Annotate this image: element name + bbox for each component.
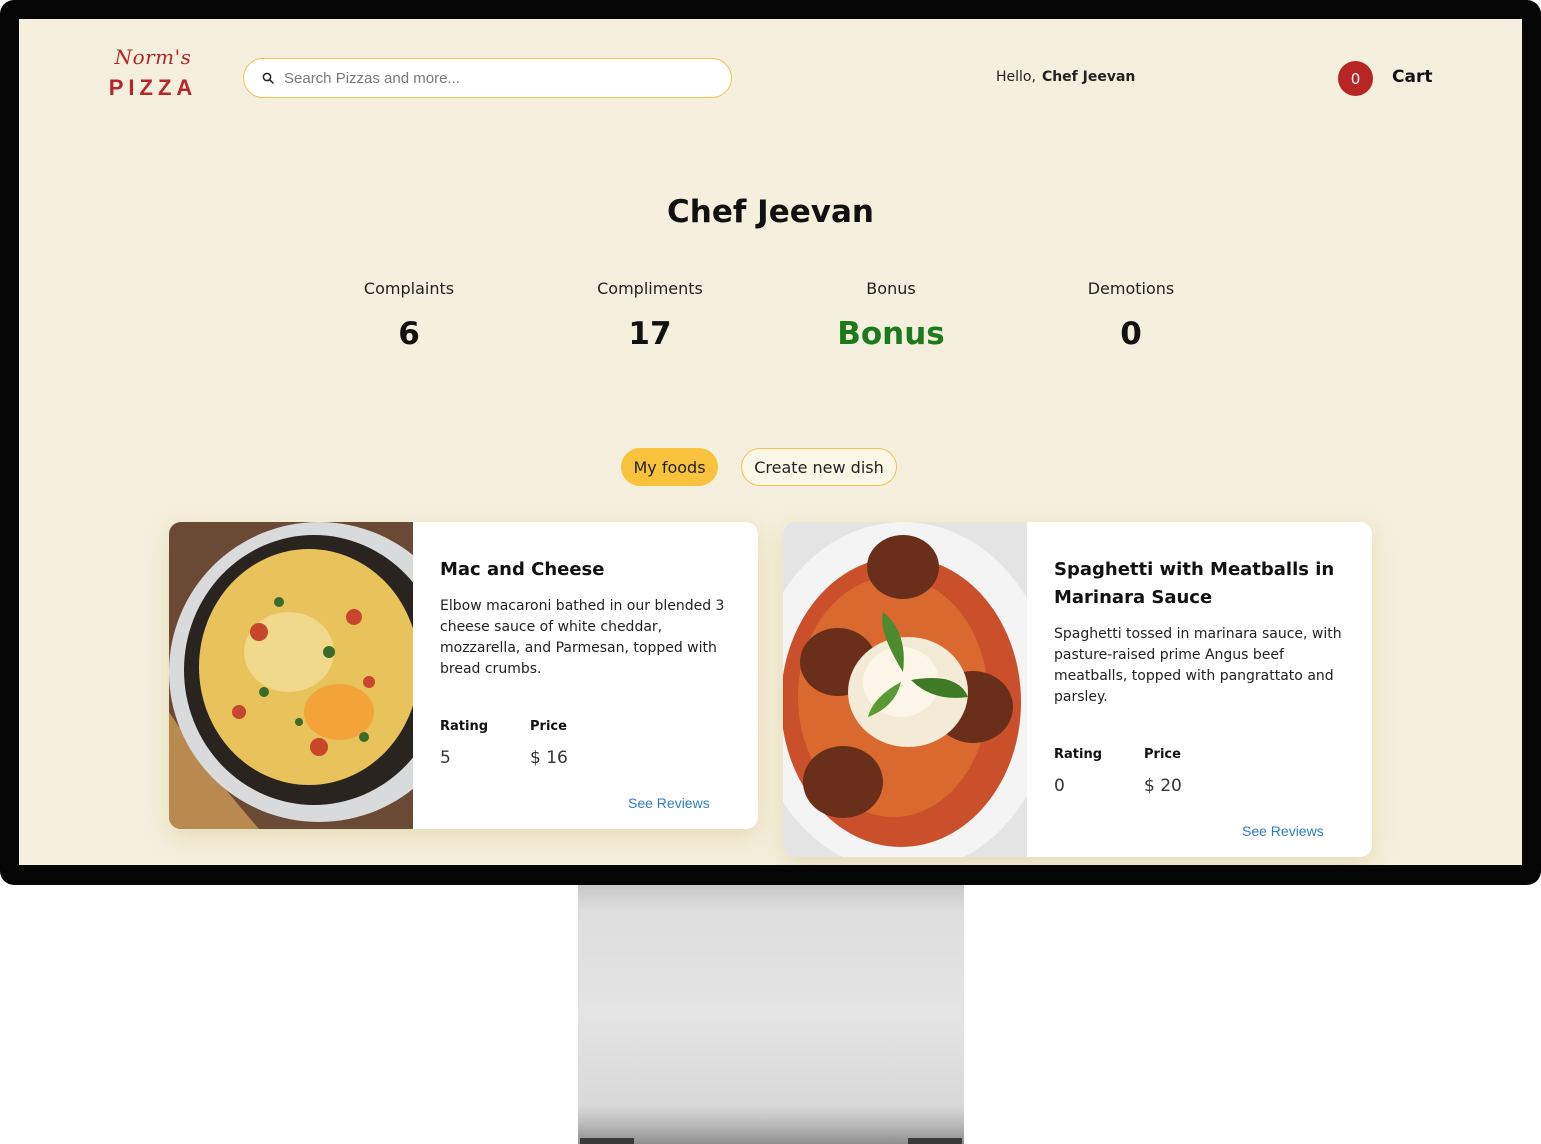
stat-demotions: Demotions 0 [1031, 279, 1231, 352]
food-name: Spaghetti with Meatballs in Marinara Sau… [1054, 559, 1335, 608]
see-reviews-link[interactable]: See Reviews [628, 795, 710, 811]
price-value: $ 20 [1144, 776, 1182, 796]
food-card: Spaghetti with Meatballs in Marinara Sau… [783, 522, 1372, 857]
rating-value: 0 [1054, 776, 1065, 796]
food-rating: Rating 5 [440, 719, 488, 768]
monitor-frame: Norm's PIZZA Hello, Chef Jeevan 0 Cart Ch… [0, 0, 1541, 885]
tab-my-foods[interactable]: My foods [621, 448, 718, 486]
stat-label: Bonus [866, 279, 916, 298]
page-title: Chef Jeevan [667, 194, 874, 230]
see-reviews-link[interactable]: See Reviews [1242, 823, 1324, 839]
stat-label: Complaints [363, 279, 455, 298]
food-rating: Rating 0 [1054, 747, 1102, 796]
user-name[interactable]: Chef Jeevan [1042, 69, 1135, 85]
logo-script-text: Norm's [114, 45, 192, 69]
stat-bonus: Bonus Bonus [791, 279, 991, 352]
search-input[interactable] [284, 69, 704, 87]
brand-logo[interactable]: Norm's PIZZA [93, 45, 213, 101]
food-card-body: Mac and Cheese Elbow macaroni bathed in … [440, 556, 734, 680]
stat-value: Bonus [837, 316, 945, 352]
price-value: $ 16 [530, 748, 568, 768]
stat-label: Compliments [597, 279, 703, 298]
food-image-spaghetti [783, 522, 1027, 857]
food-name: Mac and Cheese [440, 559, 605, 580]
food-price: Price $ 16 [530, 719, 568, 768]
monitor-stand-foot [580, 1138, 634, 1144]
stat-complaints: Complaints 6 [309, 279, 509, 352]
cart-count-badge[interactable]: 0 [1338, 61, 1373, 96]
food-description: Spaghetti tossed in marinara sauce, with… [1054, 626, 1342, 705]
price-label: Price [1144, 747, 1181, 762]
stat-value: 6 [398, 316, 420, 352]
monitor-stand [578, 885, 964, 1144]
food-image-mac-and-cheese [169, 522, 413, 829]
app-screen: Norm's PIZZA Hello, Chef Jeevan 0 Cart Ch… [19, 19, 1522, 865]
stat-value: 0 [1120, 316, 1142, 352]
price-label: Price [530, 719, 567, 734]
rating-value: 5 [440, 748, 451, 768]
monitor-stand-foot [908, 1138, 962, 1144]
rating-label: Rating [1054, 747, 1103, 762]
cart-link[interactable]: Cart [1392, 67, 1432, 87]
search-icon [262, 69, 274, 88]
stat-value: 17 [628, 316, 672, 352]
food-price: Price $ 20 [1144, 747, 1182, 796]
user-greeting: Hello, Chef Jeevan [996, 69, 1135, 85]
food-description: Elbow macaroni bathed in our blended 3 c… [440, 598, 725, 677]
greeting-text: Hello, [996, 69, 1036, 85]
food-card-body: Spaghetti with Meatballs in Marinara Sau… [1054, 556, 1348, 708]
tab-create-new-dish[interactable]: Create new dish [741, 448, 897, 486]
stat-label: Demotions [1087, 279, 1175, 298]
stat-compliments: Compliments 17 [550, 279, 750, 352]
rating-label: Rating [440, 719, 489, 734]
logo-main-text: PIZZA [108, 75, 198, 100]
search-bar[interactable] [243, 58, 732, 98]
food-card: Mac and Cheese Elbow macaroni bathed in … [169, 522, 758, 829]
